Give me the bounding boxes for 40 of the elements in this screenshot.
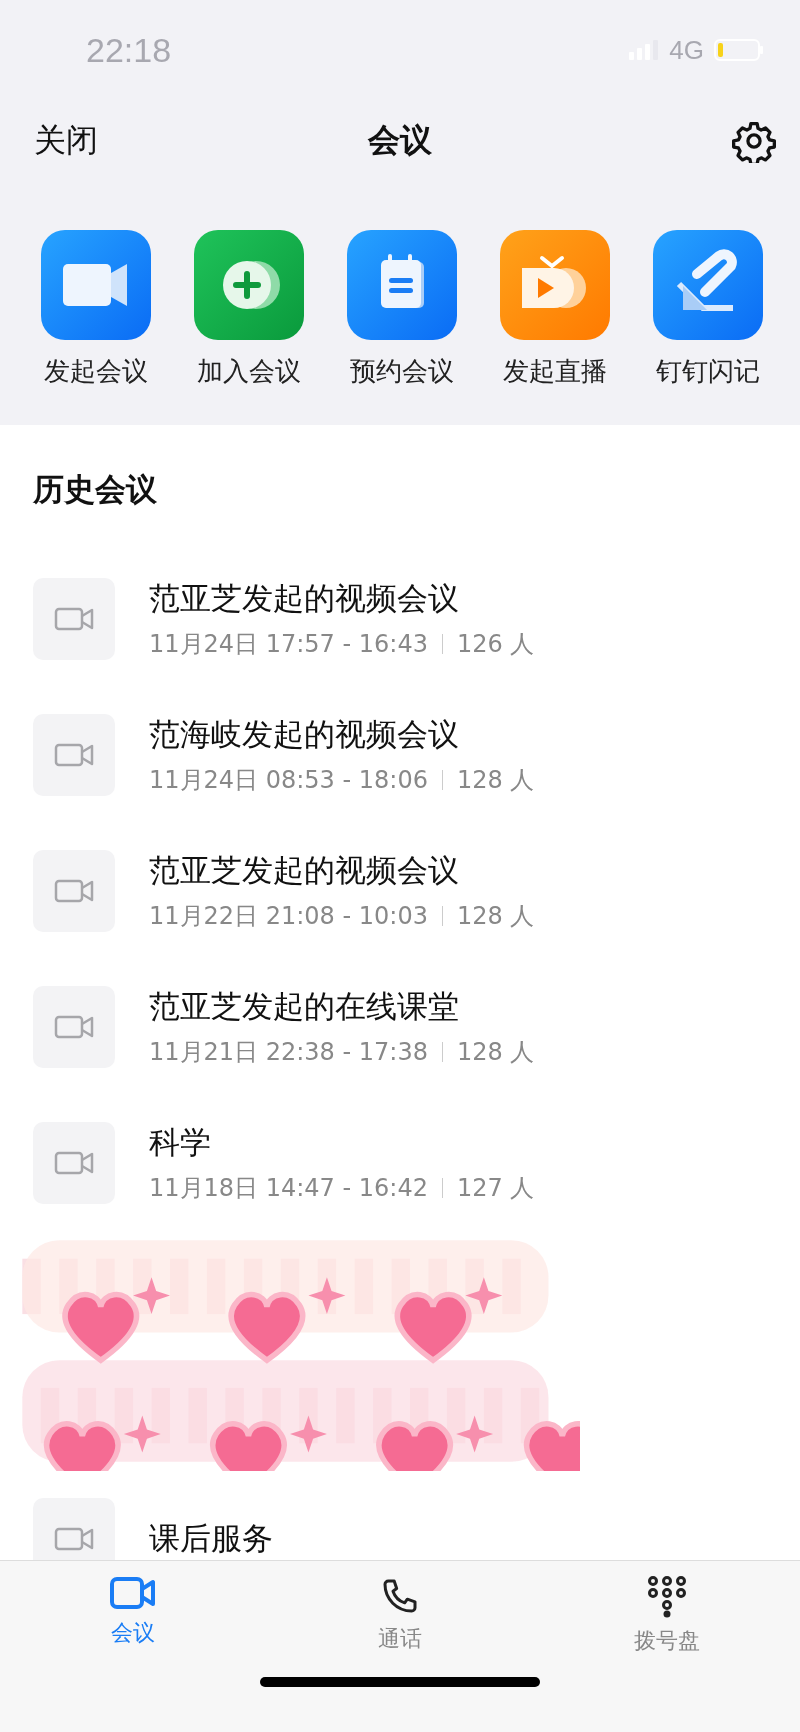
quick-action-button[interactable]: 预约会议 xyxy=(328,230,476,389)
participant-count: 127 人 xyxy=(456,1173,535,1204)
video-camera-icon xyxy=(33,578,115,660)
meeting-time: 11月24日 08:53 - 18:06 xyxy=(149,765,428,796)
video-camera-icon xyxy=(110,1576,157,1610)
status-time: 22:18 xyxy=(86,30,172,70)
quick-action-button[interactable]: 发起直播 xyxy=(481,230,629,389)
network-label: 4G xyxy=(669,34,704,66)
video-camera-icon xyxy=(33,1122,115,1204)
pen-icon xyxy=(653,230,763,340)
meeting-title: 科学 xyxy=(149,1123,212,1162)
section-title: 历史会议 xyxy=(33,470,158,509)
participant-count: 128 人 xyxy=(456,1037,535,1068)
meeting-title: 课后服务 xyxy=(149,1519,273,1558)
quick-action-button[interactable]: 钉钉闪记 xyxy=(634,230,782,389)
participant-count: 128 人 xyxy=(456,765,535,796)
video-camera-icon xyxy=(33,850,115,932)
meeting-title: 范海岐发起的视频会议 xyxy=(149,715,460,754)
meeting-title: 范亚芝发起的在线课堂 xyxy=(149,987,460,1026)
tab-item[interactable]: 会议 xyxy=(0,1575,267,1657)
video-camera-icon xyxy=(41,230,151,340)
meeting-title: 范亚芝发起的视频会议 xyxy=(149,851,460,890)
calendar-icon xyxy=(347,230,457,340)
dialpad-icon xyxy=(645,1576,688,1618)
participant-count: 126 人 xyxy=(456,629,535,660)
meeting-time: 11月18日 14:47 - 16:42 xyxy=(149,1173,428,1204)
meeting-title: 范亚芝发起的视频会议 xyxy=(149,579,460,618)
close-button[interactable]: 关闭 xyxy=(34,119,98,163)
video-camera-icon xyxy=(33,714,115,796)
meeting-time: 11月21日 22:38 - 17:38 xyxy=(149,1037,428,1068)
tv-play-icon xyxy=(500,230,610,340)
battery-icon xyxy=(714,39,764,61)
quick-action-button[interactable]: 加入会议 xyxy=(175,230,323,389)
participant-count: 128 人 xyxy=(456,901,535,932)
page-title: 会议 xyxy=(368,120,432,161)
meeting-time: 11月22日 21:08 - 10:03 xyxy=(149,901,428,932)
meeting-time: 11月24日 17:57 - 16:43 xyxy=(149,629,428,660)
settings-icon[interactable] xyxy=(732,119,776,163)
quick-action-button[interactable]: 发起会议 xyxy=(22,230,170,389)
video-camera-icon xyxy=(33,986,115,1068)
